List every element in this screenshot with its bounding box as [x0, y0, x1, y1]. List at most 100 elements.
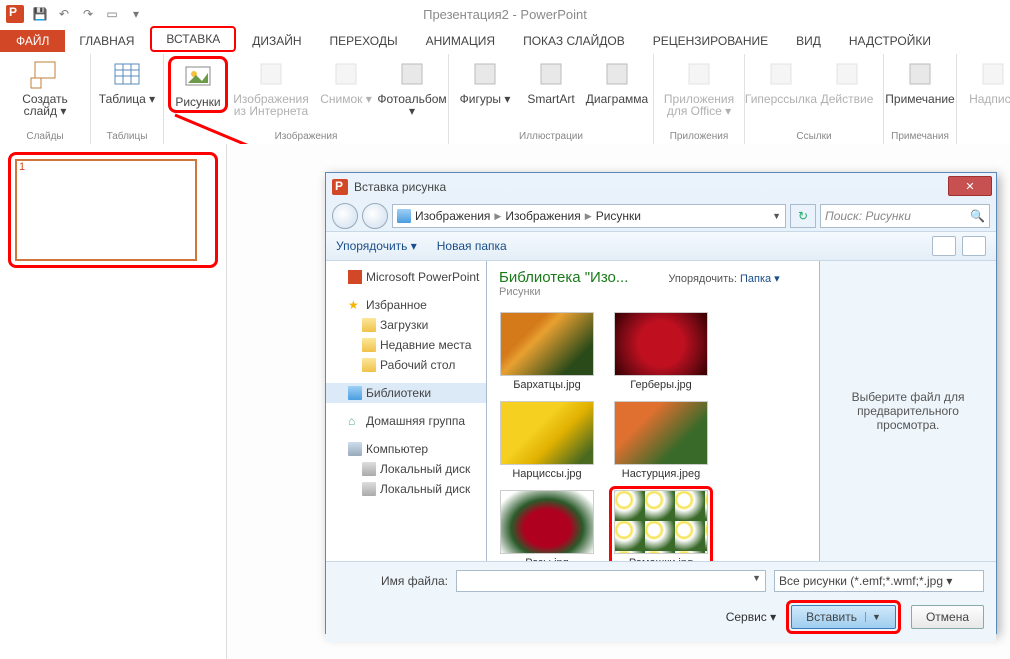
file-label: Нарциссы.jpg	[512, 468, 581, 480]
tab-вставка[interactable]: ВСТАВКА	[150, 26, 236, 52]
dialog-title: Вставка рисунка	[354, 180, 446, 194]
crumb-1[interactable]: Изображения	[505, 209, 580, 223]
tab-вид[interactable]: ВИД	[782, 30, 835, 52]
file-item[interactable]: Герберы.jpg	[613, 312, 709, 391]
ribbon-item-icon	[111, 58, 143, 90]
qat-dropdown-icon[interactable]: ▾	[128, 6, 144, 22]
crumb-0[interactable]: Изображения	[415, 209, 490, 223]
refresh-button[interactable]: ↻	[790, 204, 816, 228]
lib-icon	[348, 386, 362, 400]
ribbon-item-icon	[469, 58, 501, 90]
insert-button[interactable]: Вставить▼	[791, 605, 896, 629]
address-dropdown-icon[interactable]: ▼	[772, 211, 781, 221]
organize-menu[interactable]: Упорядочить ▾	[336, 239, 417, 253]
slide-thumbnail-1[interactable]: 1	[8, 152, 218, 268]
ribbon-item[interactable]: SmartArt	[519, 56, 583, 107]
tree-item-label: Домашняя группа	[366, 414, 465, 428]
sort-label: Упорядочить:	[668, 273, 737, 285]
ribbon-group-label: Таблицы	[107, 131, 148, 144]
file-thumbnail	[500, 490, 594, 554]
crumb-2[interactable]: Рисунки	[596, 209, 641, 223]
save-icon[interactable]: 💾	[32, 6, 48, 22]
filetype-dropdown[interactable]: Все рисунки (*.emf;*.wmf;*.jpg ▾	[774, 570, 984, 592]
file-pane: Библиотека "Изо... Рисунки Упорядочить: …	[487, 261, 819, 561]
address-bar[interactable]: Изображения ▶ Изображения ▶ Рисунки ▼	[392, 204, 786, 228]
file-grid[interactable]: Бархатцы.jpg Герберы.jpg Нарциссы.jpg Насту…	[487, 306, 819, 561]
tab-показ слайдов[interactable]: ПОКАЗ СЛАЙДОВ	[509, 30, 639, 52]
help-button[interactable]	[962, 236, 986, 256]
ribbon-item[interactable]: Фотоальбом ▾	[380, 56, 444, 119]
file-item[interactable]: Бархатцы.jpg	[499, 312, 595, 391]
ribbon-item-label: SmartArt	[527, 93, 574, 105]
start-slideshow-icon[interactable]: ▭	[104, 6, 120, 22]
ribbon-group: Таблица ▾ Таблицы	[91, 54, 164, 146]
file-thumbnail	[614, 401, 708, 465]
tree-item[interactable]: Рабочий стол	[326, 355, 486, 375]
ribbon-tabs: ФАЙЛ ГЛАВНАЯВСТАВКАДИЗАЙНПЕРЕХОДЫАНИМАЦИ…	[0, 28, 1010, 52]
tab-анимация[interactable]: АНИМАЦИЯ	[412, 30, 509, 52]
tree-item[interactable]: Microsoft PowerPoint	[326, 267, 486, 287]
filename-label: Имя файла:	[338, 574, 448, 588]
tree-item[interactable]: Компьютер	[326, 439, 486, 459]
filename-input[interactable]: ▼	[456, 570, 766, 592]
slide-thumbnail-pane: 1	[0, 144, 227, 659]
insert-dropdown-icon[interactable]: ▼	[865, 612, 881, 622]
tree-item-label: Избранное	[366, 298, 427, 312]
ribbon-item-label: Фотоальбом ▾	[377, 93, 446, 117]
tab-file[interactable]: ФАЙЛ	[0, 30, 65, 52]
search-icon: 🔍	[970, 209, 985, 223]
ribbon-item-icon	[765, 58, 797, 90]
tree-item[interactable]: Локальный диск	[326, 459, 486, 479]
tab-главная[interactable]: ГЛАВНАЯ	[65, 30, 148, 52]
file-item[interactable]: Нарциссы.jpg	[499, 401, 595, 480]
file-item[interactable]: Ромашки.jpg	[613, 490, 709, 561]
ribbon-group-label: Слайды	[26, 131, 63, 144]
tab-переходы[interactable]: ПЕРЕХОДЫ	[316, 30, 412, 52]
view-options-button[interactable]	[932, 236, 956, 256]
file-item[interactable]: Розы.jpg	[499, 490, 595, 561]
file-label: Ромашки.jpg	[629, 557, 693, 561]
title-bar: 💾 ↶ ↷ ▭ ▾ Презентация2 - PowerPoint	[0, 0, 1010, 28]
ribbon-item[interactable]: Таблица ▾	[95, 56, 159, 107]
sort-dropdown[interactable]: Папка ▾	[740, 273, 780, 285]
ribbon-group: НадписьКолонтитулыТекст	[957, 54, 1010, 146]
chevron-right-icon: ▶	[585, 211, 592, 222]
tree-item[interactable]: ⌂ Домашняя группа	[326, 411, 486, 431]
tab-надстройки[interactable]: НАДСТРОЙКИ	[835, 30, 945, 52]
forward-button[interactable]	[362, 203, 388, 229]
close-button[interactable]: ✕	[948, 176, 992, 196]
tab-дизайн[interactable]: ДИЗАЙН	[238, 30, 315, 52]
ribbon-group-label: Ссылки	[796, 131, 831, 144]
ribbon-group-label: Изображения	[275, 131, 338, 144]
undo-icon[interactable]: ↶	[56, 6, 72, 22]
redo-icon[interactable]: ↷	[80, 6, 96, 22]
tab-рецензирование[interactable]: РЕЦЕНЗИРОВАНИЕ	[639, 30, 782, 52]
cancel-button[interactable]: Отмена	[911, 605, 984, 629]
slide-preview	[15, 159, 197, 261]
folder-icon	[362, 318, 376, 332]
ribbon-group: ГиперссылкаДействиеСсылки	[745, 54, 884, 146]
service-menu[interactable]: Сервис ▾	[726, 610, 776, 624]
ribbon-group-label: Приложения	[670, 131, 729, 144]
back-button[interactable]	[332, 203, 358, 229]
file-label: Герберы.jpg	[630, 379, 692, 391]
home-icon: ⌂	[348, 414, 362, 428]
ribbon-item[interactable]: Диаграмма	[585, 56, 649, 107]
tree-item[interactable]: Локальный диск	[326, 479, 486, 499]
ribbon-item[interactable]: Фигуры ▾	[453, 56, 517, 107]
tree-item[interactable]: ★Избранное	[326, 295, 486, 315]
file-item[interactable]: Настурция.jpeg	[613, 401, 709, 480]
tree-item[interactable]: Загрузки	[326, 315, 486, 335]
search-input[interactable]: Поиск: Рисунки 🔍	[820, 204, 990, 228]
drive-icon	[362, 462, 376, 476]
tree-item[interactable]: Недавние места	[326, 335, 486, 355]
ribbon-item[interactable]: Создать слайд ▾	[4, 56, 86, 119]
ribbon-item-label: Приложения для Office ▾	[660, 93, 738, 117]
new-folder-button[interactable]: Новая папка	[437, 239, 507, 253]
dialog-app-icon	[332, 179, 348, 195]
ribbon-item[interactable]: Рисунки	[168, 56, 228, 113]
folder-tree[interactable]: Microsoft PowerPoint ★ИзбранноеЗагрузкиНе…	[326, 261, 487, 561]
tree-item[interactable]: Библиотеки	[326, 383, 486, 403]
library-subheading: Рисунки	[499, 286, 628, 298]
ribbon-item[interactable]: Примечание	[888, 56, 952, 107]
